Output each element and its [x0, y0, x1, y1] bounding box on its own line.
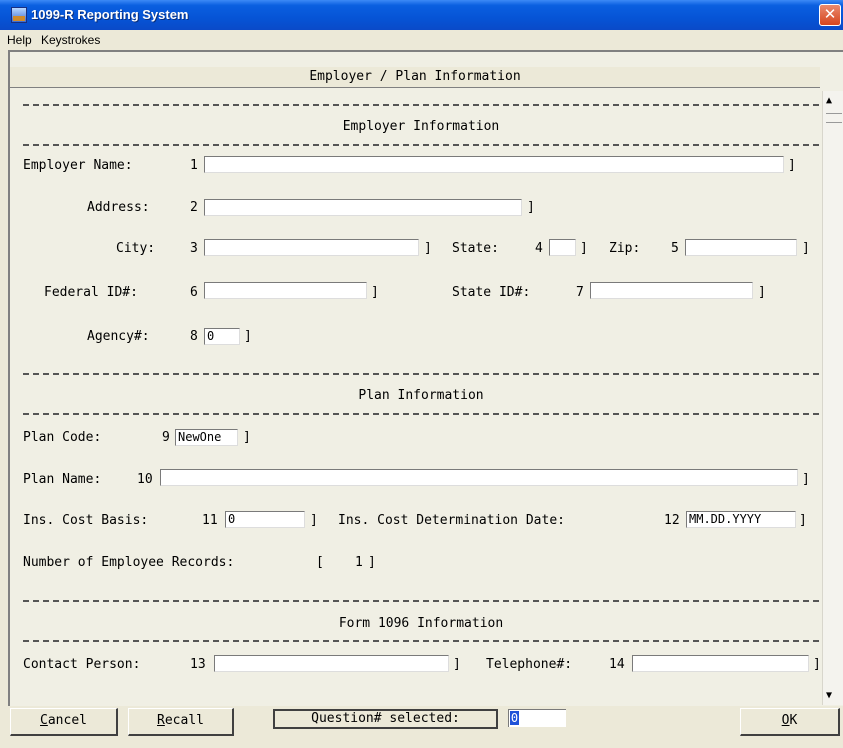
field-bracket: [	[316, 555, 324, 570]
ins-cost-basis-field[interactable]: 0	[225, 511, 305, 528]
plan-code-field[interactable]: NewOne	[175, 429, 238, 446]
city-field[interactable]	[204, 239, 419, 256]
menu-help[interactable]: Help	[7, 33, 32, 47]
ok-mnemonic: O	[781, 713, 790, 728]
telephone-field[interactable]	[632, 655, 809, 672]
scroll-thumb[interactable]	[826, 113, 842, 123]
divider	[23, 104, 819, 106]
employee-records-count: 1	[355, 555, 363, 570]
ins-cost-basis-label: Ins. Cost Basis:	[23, 513, 149, 528]
menu-bar: Help Keystrokes	[0, 30, 843, 50]
state-id-label: State ID#:	[452, 285, 531, 300]
field-bracket: ]	[244, 329, 252, 344]
field-bracket: ]	[813, 657, 821, 672]
federal-id-field[interactable]	[204, 282, 367, 299]
question-selected-label: Question# selected:	[273, 709, 498, 729]
scroll-up-icon[interactable]: ▲	[826, 95, 832, 106]
field-bracket: ]	[580, 241, 588, 256]
state-field[interactable]	[549, 239, 576, 256]
state-id-field[interactable]	[590, 282, 753, 299]
field-bracket: ]	[758, 285, 766, 300]
address-field[interactable]	[204, 199, 522, 216]
divider	[23, 413, 819, 415]
scroll-down-icon[interactable]: ▼	[826, 690, 832, 701]
field-bracket: ]	[371, 285, 379, 300]
field-bracket: ]	[799, 513, 807, 528]
field-bracket: ]	[368, 555, 376, 570]
question-number: 1	[190, 158, 198, 173]
ins-cost-date-field[interactable]: MM.DD.YYYY	[686, 511, 796, 528]
address-label: Address:	[87, 200, 150, 215]
employer-name-label: Employer Name:	[23, 158, 133, 173]
question-number: 4	[535, 241, 543, 256]
field-bracket: ]	[788, 158, 796, 173]
question-number: 3	[190, 241, 198, 256]
recall-label: ecall	[164, 713, 204, 728]
question-number: 8	[190, 329, 198, 344]
question-number: 7	[576, 285, 584, 300]
contact-person-label: Contact Person:	[23, 657, 141, 672]
vertical-scrollbar[interactable]	[822, 91, 843, 705]
cancel-mnemonic: C	[40, 713, 48, 728]
form-panel	[8, 50, 843, 706]
section-title-form1096: Form 1096 Information	[338, 616, 504, 631]
ins-cost-date-label: Ins. Cost Determination Date:	[338, 513, 565, 528]
divider	[23, 373, 819, 375]
recall-mnemonic: R	[157, 713, 165, 728]
section-title-employer: Employer Information	[342, 119, 500, 134]
field-bracket: ]	[802, 472, 810, 487]
question-number: 11	[202, 513, 218, 528]
question-number: 2	[190, 200, 198, 215]
state-label: State:	[452, 241, 499, 256]
app-logo-icon	[11, 7, 27, 23]
question-number: 5	[671, 241, 679, 256]
zip-field[interactable]	[685, 239, 797, 256]
agency-field[interactable]: 0	[204, 328, 240, 345]
telephone-label: Telephone#:	[486, 657, 573, 672]
cancel-label: ancel	[47, 713, 87, 728]
field-bracket: ]	[802, 241, 810, 256]
agency-label: Agency#:	[87, 329, 150, 344]
close-button[interactable]: ✕	[819, 4, 841, 26]
section-title-plan: Plan Information	[358, 388, 484, 403]
menu-keystrokes[interactable]: Keystrokes	[41, 33, 100, 47]
plan-name-field[interactable]	[160, 469, 798, 486]
divider	[23, 640, 819, 642]
divider	[23, 600, 819, 602]
field-bracket: ]	[424, 241, 432, 256]
zip-label: Zip:	[609, 241, 641, 256]
employee-records-label: Number of Employee Records:	[23, 555, 235, 570]
question-number: 12	[664, 513, 680, 528]
question-selected-field[interactable]: 0	[508, 709, 566, 727]
cancel-button[interactable]: Cancel	[10, 708, 118, 736]
contact-person-field[interactable]	[214, 655, 449, 672]
field-bracket: ]	[527, 200, 535, 215]
question-number: 6	[190, 285, 198, 300]
federal-id-label: Federal ID#:	[44, 285, 138, 300]
field-bracket: ]	[453, 657, 461, 672]
window-title: 1099-R Reporting System	[31, 7, 189, 22]
question-number: 9	[162, 430, 170, 445]
employer-name-field[interactable]	[204, 156, 784, 173]
question-number: 14	[609, 657, 625, 672]
field-bracket: ]	[243, 430, 251, 445]
question-number: 13	[190, 657, 206, 672]
question-number: 10	[137, 472, 153, 487]
divider	[23, 144, 819, 146]
plan-code-label: Plan Code:	[23, 430, 102, 445]
ok-label: K	[789, 713, 798, 728]
recall-button[interactable]: Recall	[128, 708, 234, 736]
ok-button[interactable]: OK	[740, 708, 840, 736]
plan-name-label: Plan Name:	[23, 472, 102, 487]
field-bracket: ]	[310, 513, 318, 528]
question-selected-value: 0	[510, 711, 519, 725]
form-title: Employer / Plan Information	[309, 69, 521, 84]
city-label: City:	[116, 241, 156, 256]
